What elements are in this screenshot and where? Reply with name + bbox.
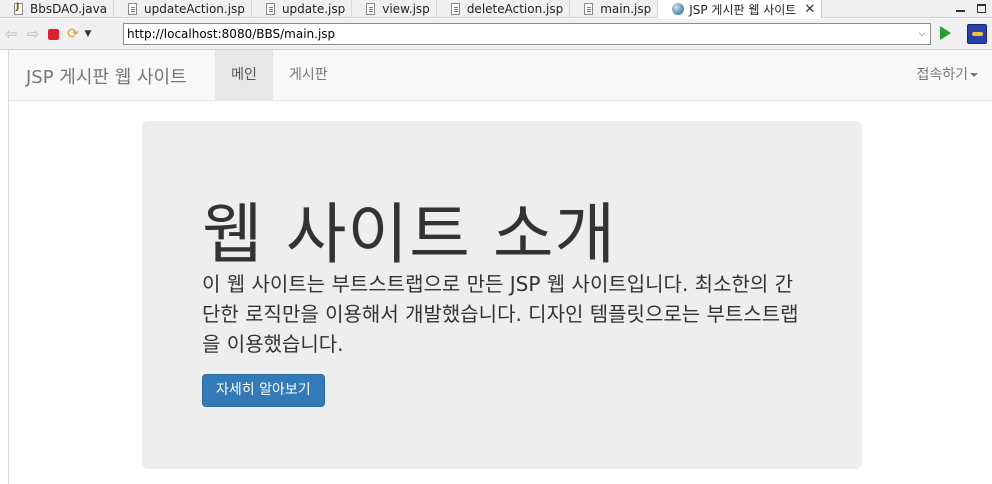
jsp-file-icon: [366, 3, 376, 15]
window-controls: [956, 0, 992, 17]
editor-tab-bar: BbsDAO.java updateAction.jsp update.jsp …: [0, 0, 992, 18]
caret-down-icon: [970, 73, 978, 77]
learn-more-button[interactable]: 자세히 알아보기: [202, 374, 325, 407]
back-arrow-icon[interactable]: ⇦: [0, 25, 22, 43]
tab-label: update.jsp: [281, 2, 346, 16]
url-input[interactable]: [124, 24, 914, 44]
jsp-file-icon: [584, 3, 594, 15]
jumbotron: 웹 사이트 소개 이 웹 사이트는 부트스트랩으로 만든 JSP 웹 사이트입니…: [142, 121, 862, 469]
globe-icon: [672, 3, 685, 15]
site-brand[interactable]: JSP 게시판 웹 사이트: [26, 63, 187, 89]
java-file-icon: [14, 2, 23, 15]
tab-deleteaction-jsp[interactable]: deleteAction.jsp: [437, 0, 571, 18]
tab-view-jsp[interactable]: view.jsp: [352, 0, 437, 18]
jsp-file-icon: [450, 3, 460, 15]
address-field[interactable]: ⌵: [123, 23, 931, 45]
jsp-file-icon: [265, 3, 275, 15]
tab-label: view.jsp: [382, 2, 430, 16]
browser-extension-icon[interactable]: [967, 24, 987, 44]
go-icon[interactable]: [940, 26, 951, 40]
tab-bbsdao-java[interactable]: BbsDAO.java: [0, 0, 115, 18]
refresh-icon[interactable]: ⟳: [65, 26, 81, 42]
tab-label: deleteAction.jsp: [466, 2, 564, 16]
maximize-icon[interactable]: [977, 4, 986, 13]
forward-arrow-icon[interactable]: ⇨: [22, 25, 44, 43]
nav-item-main[interactable]: 메인: [215, 50, 273, 100]
browser-viewport: JSP 게시판 웹 사이트 메인 게시판 접속하기 웹 사이트 소개 이 웹 사…: [8, 50, 992, 484]
chevron-down-icon[interactable]: ▼: [81, 29, 95, 39]
site-navbar: JSP 게시판 웹 사이트 메인 게시판 접속하기: [9, 50, 992, 101]
jumbotron-description: 이 웹 사이트는 부트스트랩으로 만든 JSP 웹 사이트입니다. 최소한의 간…: [202, 272, 799, 356]
tab-label: BbsDAO.java: [30, 2, 108, 16]
tab-label: main.jsp: [600, 2, 652, 16]
connect-dropdown[interactable]: 접속하기: [916, 50, 978, 100]
browser-toolbar: ⇦ ⇨ ⟳ ▼ ⌵: [0, 19, 992, 50]
jsp-file-icon: [128, 3, 138, 15]
stop-icon[interactable]: [48, 28, 59, 40]
tab-updateaction-jsp[interactable]: updateAction.jsp: [114, 0, 252, 18]
connect-dropdown-label: 접속하기: [916, 67, 968, 83]
nav-item-board[interactable]: 게시판: [274, 50, 343, 100]
jumbotron-title: 웹 사이트 소개: [202, 196, 617, 273]
tab-label: updateAction.jsp: [144, 2, 245, 16]
minimize-icon[interactable]: [956, 9, 965, 12]
tab-label: JSP 게시판 웹 사이트: [689, 2, 797, 17]
tab-browser-page[interactable]: JSP 게시판 웹 사이트 ✕: [658, 0, 823, 18]
tab-update-jsp[interactable]: update.jsp: [252, 0, 353, 18]
chevron-down-icon[interactable]: ⌵: [914, 29, 930, 39]
close-icon[interactable]: ✕: [804, 2, 815, 17]
tab-main-jsp[interactable]: main.jsp: [570, 0, 659, 18]
